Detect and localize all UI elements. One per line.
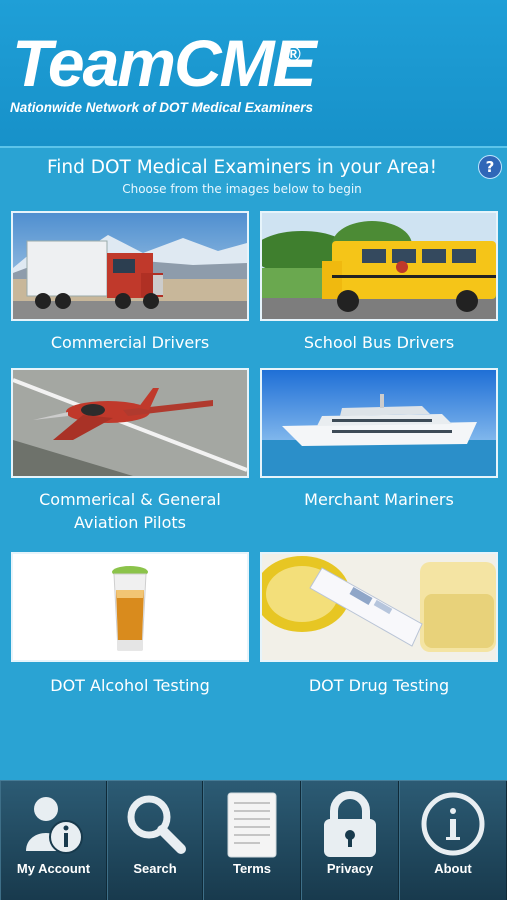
yacht-image[interactable] (260, 368, 498, 478)
tab-privacy[interactable]: Privacy (301, 781, 399, 900)
tab-bar: My Account Search Terms Privacy About (0, 780, 507, 900)
terms-icon (227, 792, 277, 858)
search-icon (127, 795, 186, 854)
drug-test-image[interactable] (260, 552, 498, 662)
tile-label: Merchant Mariners (304, 490, 454, 509)
tile-label: Commercial Drivers (50, 333, 210, 352)
info-icon (421, 792, 485, 856)
tab-search[interactable]: Search (107, 781, 203, 900)
tab-label: Terms (232, 861, 272, 876)
brand-logo: TeamCME (12, 26, 317, 100)
lock-icon (324, 791, 376, 857)
tab-label: About (434, 861, 472, 876)
tab-label: Search (133, 861, 177, 876)
semi-truck-image[interactable] (11, 211, 249, 321)
tab-label: Privacy (326, 861, 374, 876)
page-subtitle: Choose from the images below to begin (122, 182, 362, 196)
registered-mark: ® (286, 44, 301, 66)
tab-about[interactable]: About (399, 781, 507, 900)
tab-my-account[interactable]: My Account (0, 781, 107, 900)
school-bus-image[interactable] (260, 211, 498, 321)
tile-label: DOT Alcohol Testing (50, 676, 210, 695)
help-button[interactable]: ? (478, 155, 502, 179)
tab-label: My Account (16, 861, 91, 876)
tile-label: Commerical & General Aviation Pilots (39, 490, 221, 532)
tile-label: School Bus Drivers (303, 333, 455, 352)
app-header: TeamCME ® Nationwide Network of DOT Medi… (0, 0, 507, 148)
tile-label: DOT Drug Testing (308, 676, 450, 695)
brand-tagline: Nationwide Network of DOT Medical Examin… (10, 100, 314, 115)
alcohol-glass-image[interactable] (11, 552, 249, 662)
page-title: Find DOT Medical Examiners in your Area! (46, 157, 438, 178)
airplane-image[interactable] (11, 368, 249, 478)
account-icon (25, 797, 83, 854)
tab-terms[interactable]: Terms (203, 781, 301, 900)
